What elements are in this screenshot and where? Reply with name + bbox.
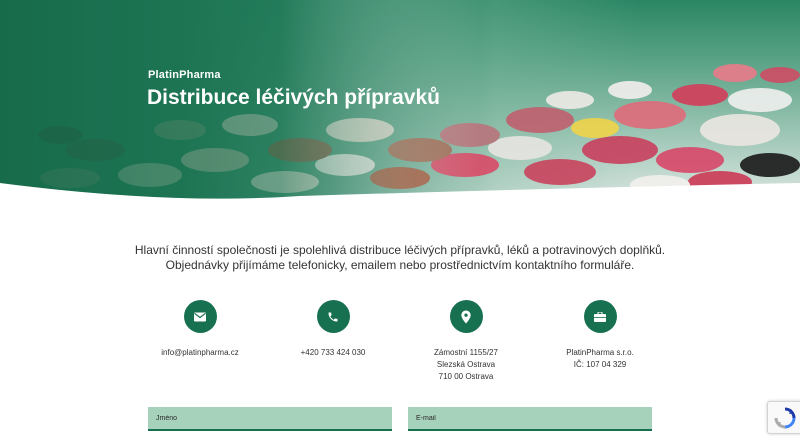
phone-icon-circle	[316, 300, 350, 333]
email-field-wrapper	[408, 407, 652, 431]
contact-company: PlatinPharma s.r.o. IČ: 107 04 329	[520, 300, 680, 371]
recaptcha-icon	[774, 407, 796, 429]
name-input[interactable]	[148, 407, 392, 430]
recaptcha-badge[interactable]	[767, 401, 800, 434]
email-icon-circle	[183, 300, 217, 333]
page-title: Distribuce léčivých přípravků	[147, 86, 440, 109]
hero-banner: PlatinPharma Distribuce léčivých příprav…	[0, 0, 800, 205]
email-input[interactable]	[408, 407, 652, 430]
map-pin-icon	[461, 310, 471, 323]
briefcase-icon	[594, 311, 606, 322]
company-name: PlatinPharma s.r.o.	[566, 348, 634, 357]
intro-line-2: Objednávky přijímáme telefonicky, emaile…	[165, 258, 635, 272]
company-id: IČ: 107 04 329	[573, 360, 627, 369]
phone-icon	[328, 312, 338, 321]
envelope-icon	[194, 312, 206, 321]
brand-name: PlatinPharma	[148, 69, 221, 81]
company-text: PlatinPharma s.r.o. IČ: 107 04 329	[520, 347, 680, 371]
address-line-3: 710 00 Ostrava	[438, 372, 494, 381]
name-field-wrapper	[148, 407, 392, 431]
intro-line-1: Hlavní činností společnosti je spolehliv…	[134, 243, 666, 257]
address-icon-circle	[449, 300, 483, 333]
intro-text: Hlavní činností společnosti je spolehliv…	[100, 243, 700, 273]
company-icon-circle	[583, 300, 617, 333]
